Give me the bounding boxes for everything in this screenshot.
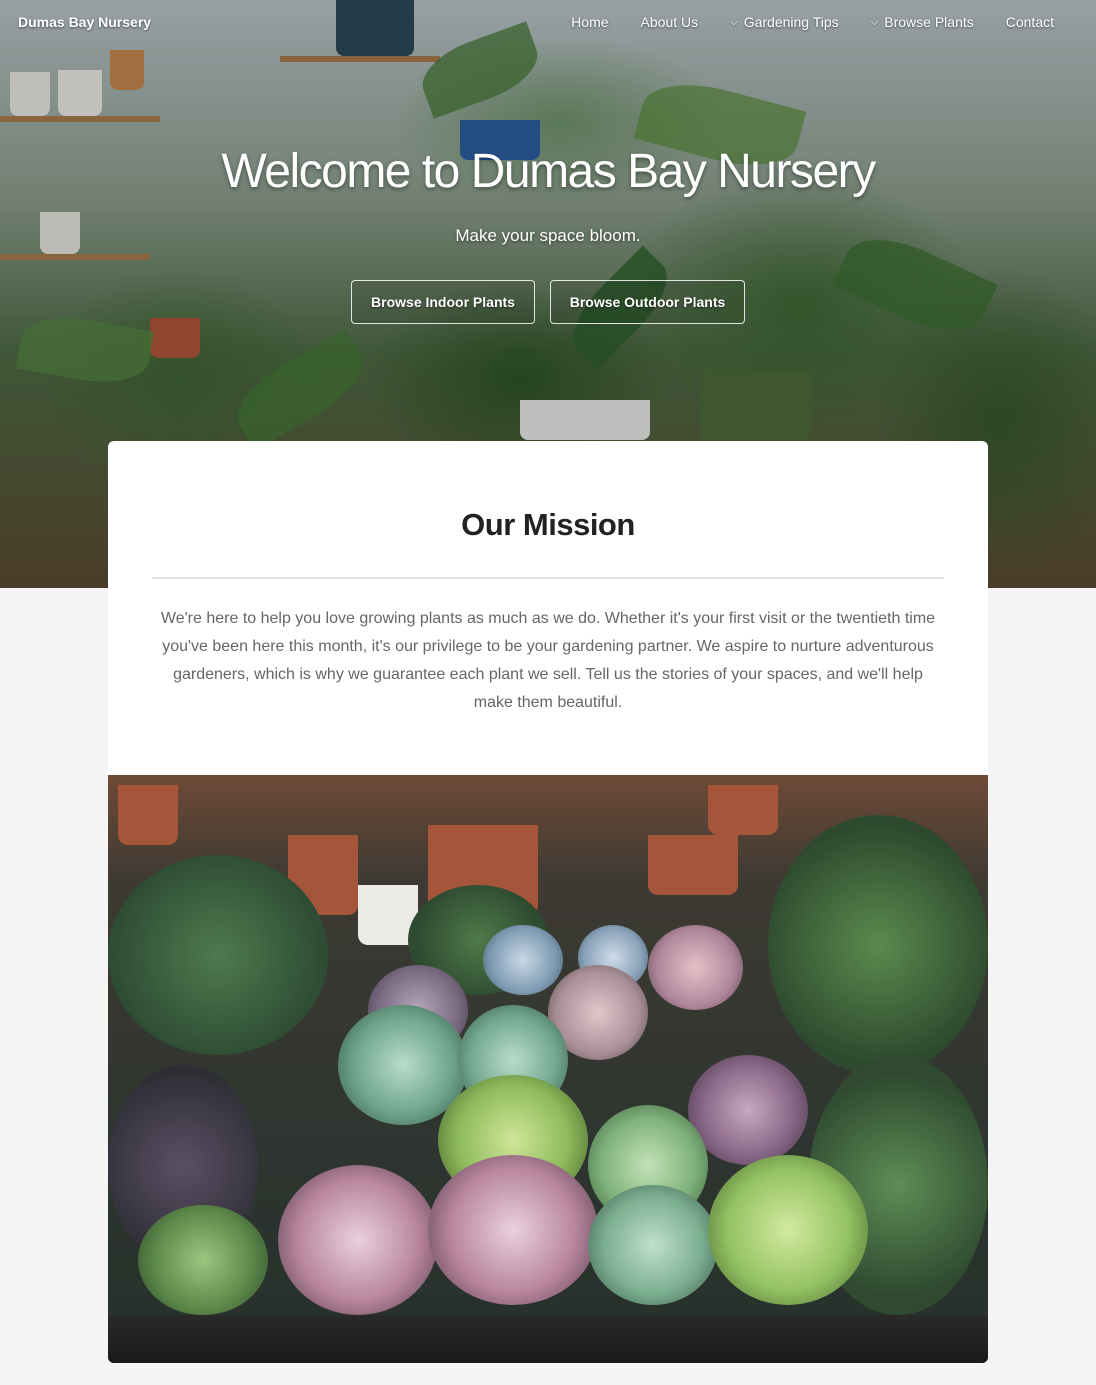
- browse-outdoor-button[interactable]: Browse Outdoor Plants: [550, 280, 745, 324]
- nav-gardening-tips[interactable]: ⌵ Gardening Tips: [730, 14, 839, 30]
- hero-title: Welcome to Dumas Bay Nursery: [221, 145, 876, 198]
- chevron-down-icon: ⌵: [730, 16, 738, 28]
- main-nav: Home About Us ⌵ Gardening Tips ⌵ Browse …: [539, 14, 1054, 30]
- nav-browse-plants-label: Browse Plants: [884, 14, 974, 30]
- nav-contact[interactable]: Contact: [1006, 14, 1054, 30]
- succulent-rosette: [648, 925, 743, 1010]
- chevron-down-icon: ⌵: [870, 16, 879, 28]
- mission-text: We're here to help you love growing plan…: [160, 610, 936, 711]
- plant-pot: [648, 835, 738, 895]
- plant-pot: [118, 785, 178, 845]
- succulent-rosette: [278, 1165, 438, 1315]
- site-brand[interactable]: Dumas Bay Nursery: [18, 14, 151, 30]
- hero-subtitle: Make your space bloom.: [455, 226, 641, 245]
- browse-indoor-button[interactable]: Browse Indoor Plants: [351, 280, 535, 324]
- nav-home[interactable]: Home: [571, 14, 608, 30]
- succulent-rosette: [483, 925, 563, 995]
- mission-card: Our Mission We're here to help you love …: [108, 441, 988, 1363]
- succulent-rosette: [588, 1185, 718, 1305]
- succulent-rosette: [708, 1155, 868, 1305]
- plant-tray: [108, 1315, 988, 1363]
- plant-pot: [708, 785, 778, 835]
- succulents-photo: [108, 775, 988, 1363]
- succulent-rosette: [138, 1205, 268, 1315]
- nav-gardening-tips-label: Gardening Tips: [743, 14, 839, 30]
- succulent-rosette: [688, 1055, 808, 1165]
- succulent-rosette: [428, 1155, 598, 1305]
- plant: [108, 855, 328, 1055]
- divider: [152, 577, 944, 579]
- mission-title: Our Mission: [461, 507, 635, 542]
- nav-browse-plants[interactable]: ⌵ Browse Plants: [871, 14, 974, 30]
- plant: [768, 815, 988, 1075]
- nav-about[interactable]: About Us: [641, 14, 699, 30]
